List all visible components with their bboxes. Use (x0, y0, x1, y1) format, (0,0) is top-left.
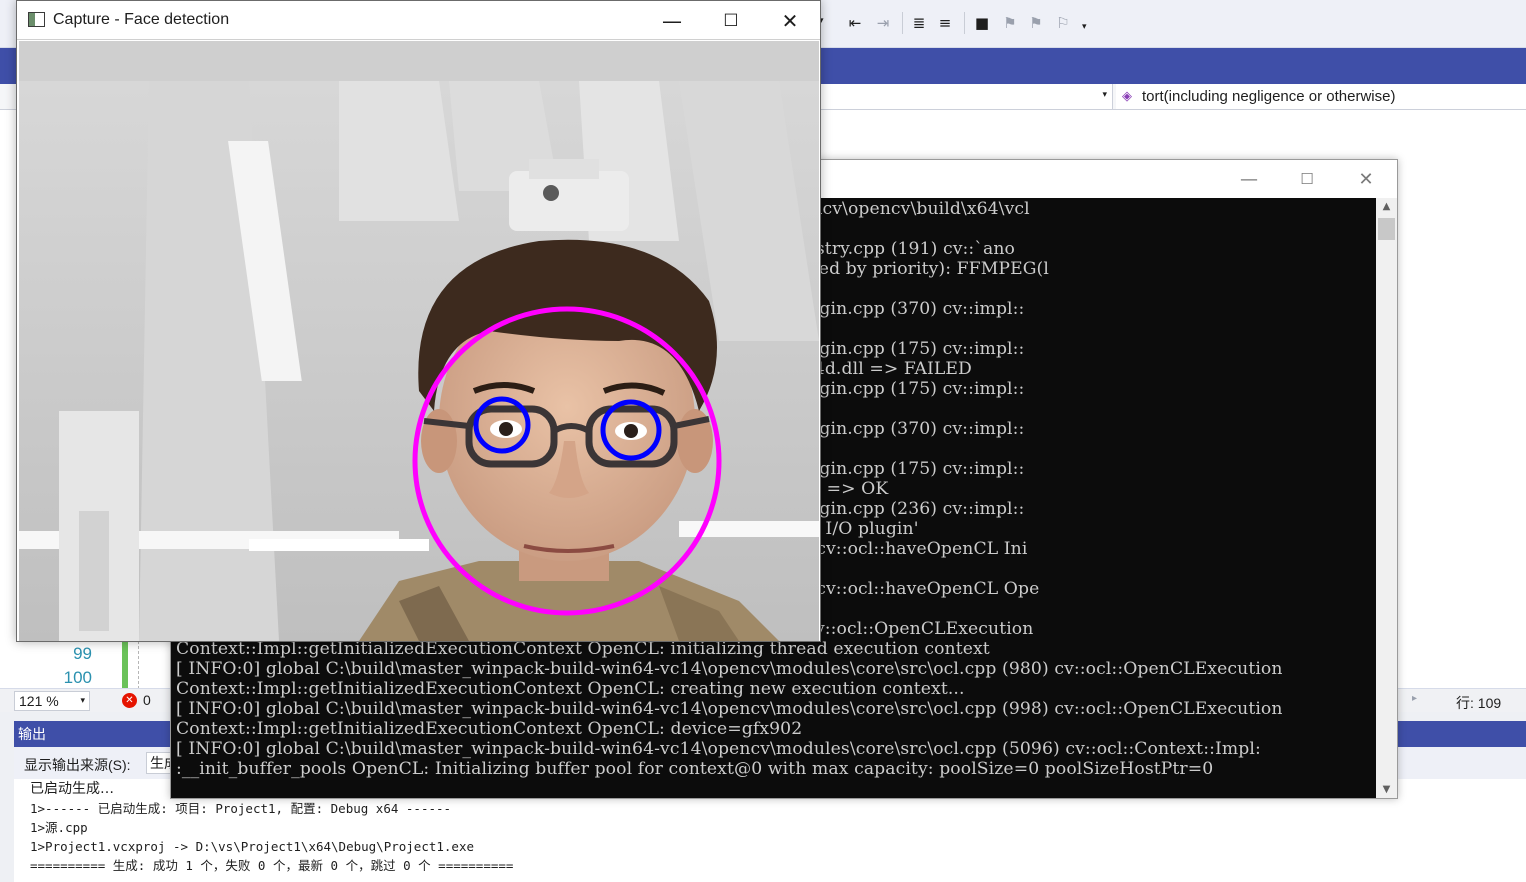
minimize-button[interactable]: — (643, 1, 701, 40)
member-dropdown-value: tort(including negligence or otherwise) (1142, 88, 1396, 105)
line-number: 99 (73, 644, 92, 663)
scroll-down-icon[interactable]: ▼ (1376, 781, 1397, 798)
camera-frame (19, 41, 819, 641)
row-indicator: 行: 109 (1456, 695, 1502, 711)
chevron-down-icon: ▾ (80, 696, 85, 706)
toolbar-separator (964, 12, 965, 34)
toolbar-overflow-icon[interactable]: ▾ (1082, 22, 1087, 32)
member-dropdown[interactable]: ◈ tort(including negligence or otherwise… (1116, 84, 1526, 109)
indent-icon[interactable]: ≡ (934, 12, 956, 34)
comment-icon[interactable]: ⇤ (844, 12, 866, 34)
minimize-icon: — (662, 8, 682, 33)
scope-dropdown[interactable]: ▾ (820, 84, 1113, 109)
app-window-icon (28, 12, 45, 27)
console-line: [ INFO:0] global C:\build\master_winpack… (176, 699, 1283, 719)
error-icon: ✕ (122, 692, 137, 708)
window-title: Capture - Face detection (53, 11, 230, 28)
scrollbar-thumb[interactable] (1378, 218, 1395, 240)
outdent-icon[interactable]: ≣ (908, 12, 930, 34)
zoom-dropdown[interactable]: 121 % ▾ (14, 691, 90, 711)
maximize-icon: ☐ (723, 10, 739, 31)
indent-guide (138, 641, 139, 689)
output-line: 1>------ 已启动生成: 项目: Project1, 配置: Debug … (30, 801, 452, 816)
next-bookmark-icon[interactable]: ⚑ (1025, 12, 1047, 34)
console-scrollbar[interactable]: ▲ ▼ (1376, 198, 1397, 798)
line-number-gutter: 99 100 (40, 641, 120, 689)
capture-titlebar[interactable]: Capture - Face detection — ☐ ✕ (17, 1, 820, 40)
console-line: Context::Impl::getInitializedExecutionCo… (176, 679, 965, 699)
output-source-label: 显示输出来源(S): (24, 757, 131, 773)
camera-image (19, 41, 819, 641)
output-line: ========== 生成: 成功 1 个，失败 0 个，最新 0 个，跳过 0… (30, 858, 514, 873)
close-button[interactable]: ✕ (1337, 160, 1395, 198)
error-indicator[interactable]: ✕ 0 (122, 692, 151, 708)
output-line: 1>源.cpp (30, 820, 88, 835)
member-icon: ◈ (1122, 88, 1132, 104)
maximize-button[interactable]: ☐ (1278, 160, 1336, 198)
prev-bookmark-icon[interactable]: ⚑ (999, 12, 1021, 34)
minimize-button[interactable]: — (1220, 160, 1278, 198)
console-line: [ INFO:0] global C:\build\master_winpack… (176, 659, 1283, 679)
uncomment-icon[interactable]: ⇥ (872, 12, 894, 34)
scroll-right-icon[interactable]: ▸ (1412, 693, 1417, 704)
close-button[interactable]: ✕ (761, 1, 819, 40)
close-icon: ✕ (781, 8, 799, 33)
close-icon: ✕ (1358, 168, 1374, 190)
maximize-button[interactable]: ☐ (702, 1, 760, 40)
console-line: Context::Impl::getInitializedExecutionCo… (176, 719, 803, 739)
scroll-up-icon[interactable]: ▲ (1376, 198, 1397, 215)
minimize-icon: — (1240, 168, 1258, 190)
change-tracking-bar (122, 641, 128, 689)
error-count: 0 (143, 692, 151, 708)
console-line: [ INFO:0] global C:\build\master_winpack… (176, 739, 1261, 759)
maximize-icon: ☐ (1300, 170, 1314, 188)
bookmark-icon[interactable]: ■ (971, 12, 993, 34)
capture-window: Capture - Face detection — ☐ ✕ (16, 0, 821, 642)
console-line: Context::Impl::getInitializedExecutionCo… (176, 639, 990, 659)
clear-bookmarks-icon[interactable]: ⚐ (1052, 12, 1074, 34)
zoom-value: 121 % (19, 693, 59, 709)
toolbar-separator (902, 12, 903, 34)
console-line: :__init_buffer_pools OpenCL: Initializin… (176, 759, 1214, 779)
desktop: ▾ ⇤ ⇥ ≣ ≡ ■ ⚑ ⚑ ⚐ ▾ ▾ ◈ tort(including n… (0, 0, 1526, 882)
chevron-down-icon: ▾ (1102, 90, 1107, 100)
output-line: 1>Project1.vcxproj -> D:\vs\Project1\x64… (30, 839, 475, 854)
line-number: 100 (63, 668, 92, 687)
